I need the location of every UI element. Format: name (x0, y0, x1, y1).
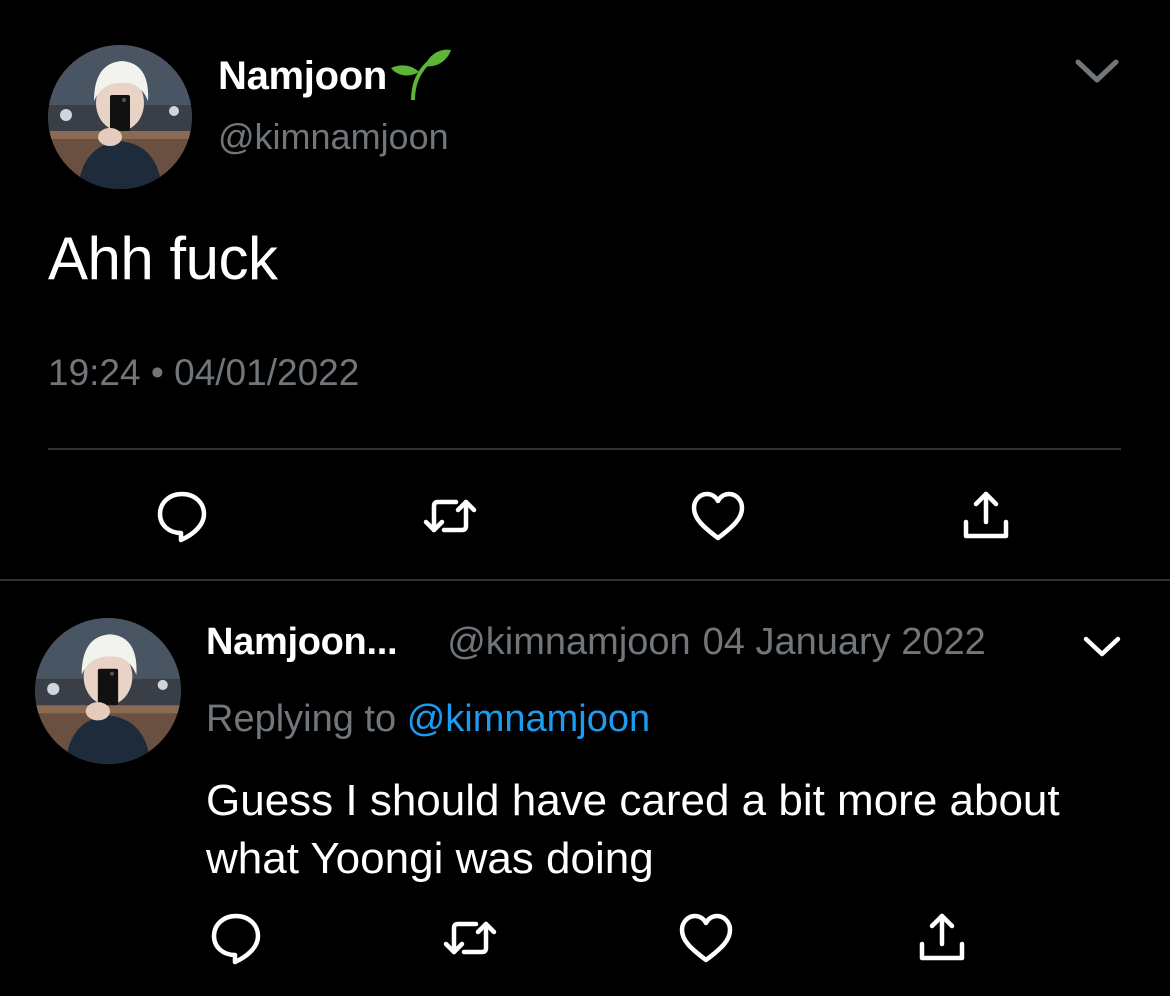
avatar[interactable] (48, 45, 192, 189)
retweet-icon[interactable] (440, 908, 500, 968)
tweet-time: 19:24 (48, 352, 141, 393)
tweet-date: 04/01/2022 (174, 352, 360, 393)
share-icon[interactable] (912, 908, 972, 968)
display-name[interactable]: Namjoon... (206, 621, 398, 664)
tweet-date[interactable]: 04 January 2022 (703, 621, 986, 664)
reply-icon[interactable] (206, 908, 266, 968)
chevron-down-icon[interactable] (1070, 50, 1124, 90)
user-handle[interactable]: @kimnamjoon (218, 116, 449, 158)
display-name-text: Namjoon (218, 53, 388, 98)
reply-header: Namjoon... @kimnamjoon 04 January 2022 (206, 621, 986, 664)
retweet-icon[interactable] (420, 486, 480, 546)
like-icon[interactable] (688, 486, 748, 546)
user-handle[interactable]: @kimnamjoon (447, 621, 690, 664)
display-name[interactable]: Namjoon (218, 49, 452, 100)
share-icon[interactable] (956, 486, 1016, 546)
tweet-text: Ahh fuck (48, 225, 278, 292)
divider (48, 448, 1121, 450)
profile-photo (35, 618, 181, 764)
profile-photo (48, 45, 192, 189)
divider (0, 579, 1170, 581)
reply-icon[interactable] (152, 486, 212, 546)
avatar[interactable] (35, 618, 181, 764)
tweet-timestamp[interactable]: 19:24 • 04/01/2022 (48, 352, 359, 394)
meta-separator: • (150, 352, 164, 393)
replying-prefix: Replying to (206, 698, 397, 740)
like-icon[interactable] (676, 908, 736, 968)
replying-to: Replying to @kimnamjoon (206, 698, 650, 741)
chevron-down-icon[interactable] (1080, 628, 1124, 664)
seedling-icon (391, 49, 452, 100)
tweet-text: Guess I should have cared a bit more abo… (206, 776, 1060, 883)
replying-handle-link[interactable]: @kimnamjoon (407, 698, 650, 740)
